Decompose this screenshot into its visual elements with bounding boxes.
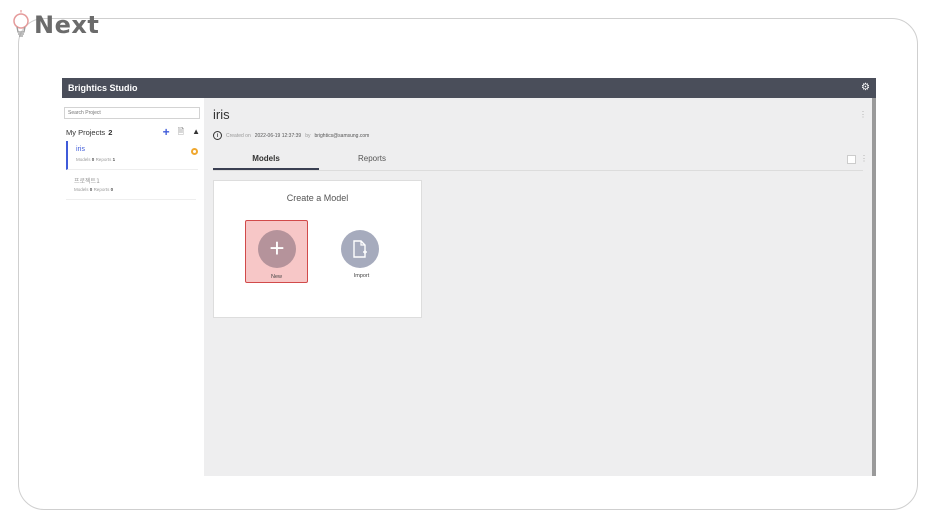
project-name: 프로젝트1 [74,178,100,185]
page-title: iris [213,107,230,122]
project-item-2[interactable]: 프로젝트1 Models 0 Reports 0 [66,171,196,200]
title-bar: Brightics Studio ⚙ [62,78,876,98]
projects-header: My Projects 2 + 🗎 ▲ [66,125,200,139]
project-meta: Models 0 Reports 0 [74,187,114,192]
project-name: iris [76,146,85,153]
lightbulb-icon [13,10,29,37]
plus-icon[interactable]: + [163,126,170,138]
kebab-icon[interactable]: ⋮ [859,110,867,119]
projects-actions: + 🗎 ▲ [163,126,200,138]
projects-count: 2 [108,127,113,137]
card-title: Create a Model [286,193,349,203]
projects-label: My Projects [66,127,106,137]
project-item-iris[interactable]: iris Models 0 Reports 1 [66,141,198,170]
plus-icon: + [258,230,296,268]
project-meta: Models 0 Reports 1 [76,157,116,162]
create-model-card: Create a Model + New Import [213,180,422,318]
tab-bar: Models Reports [213,151,863,171]
gear-icon[interactable]: ⚙ [861,83,870,93]
scrollbar[interactable] [872,98,876,476]
status-badge [191,148,198,155]
info-icon: i [213,131,222,140]
import-file-icon [341,230,379,268]
app-title: Brightics Studio [68,83,138,93]
chevron-up-icon[interactable]: ▲ [192,128,200,136]
new-model-button[interactable]: + New [245,220,308,283]
search-input[interactable] [64,107,200,119]
tab-models[interactable]: Models [213,151,319,170]
tab-reports[interactable]: Reports [319,151,425,170]
sidebar: My Projects 2 + 🗎 ▲ iris Models 0 Report… [62,98,204,476]
brand-name: Next [34,11,100,39]
kebab-icon[interactable]: ⋮ [860,154,868,163]
brand-logo: Next [10,10,99,40]
import-model-button[interactable]: Import [330,220,393,283]
select-all-checkbox[interactable] [847,155,856,164]
new-label: New [270,274,282,280]
project-meta-row: i Created on 2022-06-19 12:37:39 by brig… [213,131,369,140]
import-label: Import [353,273,370,279]
document-icon[interactable]: 🗎 [178,128,184,136]
app-window: Brightics Studio ⚙ My Projects 2 + 🗎 ▲ i… [62,78,876,476]
